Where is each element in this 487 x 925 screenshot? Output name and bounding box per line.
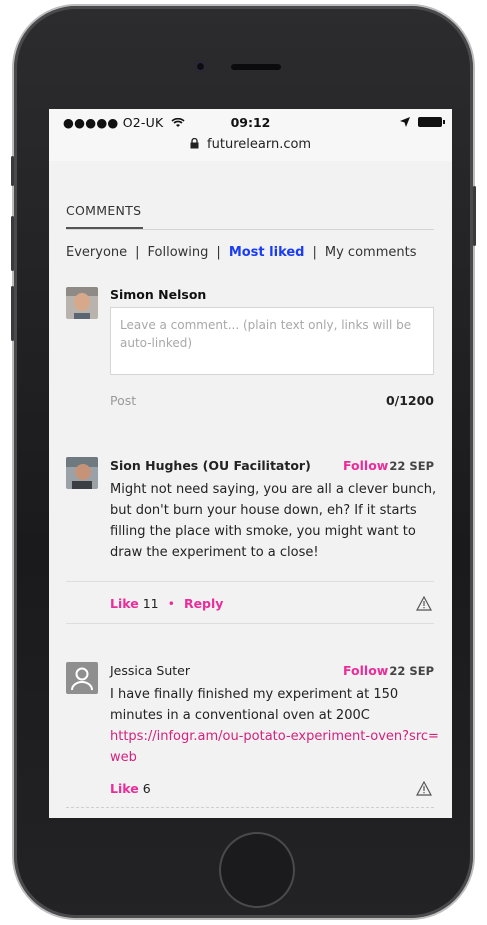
- filter-everyone[interactable]: Everyone: [66, 245, 127, 260]
- post-button[interactable]: Post: [110, 393, 136, 408]
- filter-separator: |: [216, 245, 221, 260]
- comment-link[interactable]: https://infogr.am/ou-potato-experiment-o…: [110, 729, 439, 765]
- comment-date: 22 SEP: [389, 664, 434, 678]
- status-right: [400, 117, 445, 127]
- comment-author[interactable]: Sion Hughes (OU Facilitator): [110, 458, 311, 473]
- comment-text: I have finally finished my experiment at…: [110, 687, 399, 723]
- filter-separator: |: [135, 245, 140, 260]
- comment-divider: [66, 807, 434, 809]
- default-avatar-icon[interactable]: [66, 662, 98, 694]
- filter-separator: |: [312, 245, 317, 260]
- address-bar[interactable]: futurelearn.com: [49, 137, 452, 152]
- report-warning-icon[interactable]: [416, 596, 432, 611]
- filter-most-liked[interactable]: Most liked: [229, 245, 305, 260]
- composer-avatar: [66, 287, 98, 319]
- filter-my-comments[interactable]: My comments: [325, 245, 417, 260]
- comment-avatar[interactable]: [66, 457, 98, 489]
- comment-body: Might not need saying, you are all a cle…: [110, 482, 437, 560]
- comment-actions: Like 6: [110, 781, 151, 796]
- status-bar: ●●●●● O2-UK 09:12 futurelearn.com: [49, 109, 452, 161]
- heading-rule: [66, 229, 434, 230]
- front-camera: [195, 61, 206, 72]
- url-text: futurelearn.com: [207, 137, 312, 152]
- clock: 09:12: [230, 115, 271, 130]
- comment-filters: Everyone | Following | Most liked | My comment…: [66, 245, 416, 260]
- follow-button[interactable]: Follow: [343, 663, 388, 678]
- comments-heading: COMMENTS: [66, 203, 142, 218]
- page-content: COMMENTS Everyone | Following | Most liked | M…: [49, 161, 452, 818]
- lock-icon: [190, 137, 199, 149]
- follow-button[interactable]: Follow: [343, 458, 388, 473]
- bullet-separator: •: [167, 596, 175, 611]
- comment-divider: [66, 623, 434, 624]
- character-count: 0/1200: [385, 393, 434, 408]
- reply-button[interactable]: Reply: [184, 596, 223, 611]
- like-button[interactable]: Like: [110, 781, 139, 796]
- comment-date: 22 SEP: [389, 459, 434, 473]
- comment-input[interactable]: Leave a comment... (plain text only, lin…: [110, 307, 434, 375]
- power-button: [473, 186, 476, 246]
- volume-down-button: [11, 286, 14, 341]
- earpiece-speaker: [231, 64, 281, 70]
- comment-author[interactable]: Jessica Suter: [110, 663, 190, 678]
- composer-user-name: Simon Nelson: [110, 287, 207, 302]
- comment-actions: Like 11 • Reply: [110, 596, 223, 611]
- filter-following[interactable]: Following: [148, 245, 209, 260]
- location-arrow-icon: [400, 117, 410, 127]
- like-count: 6: [142, 781, 151, 796]
- comment-body: I have finally finished my experiment at…: [110, 684, 440, 768]
- report-warning-icon[interactable]: [416, 781, 432, 796]
- volume-up-button: [11, 216, 14, 271]
- home-button[interactable]: [219, 832, 295, 908]
- comment-divider: [66, 581, 434, 582]
- like-count: 11: [142, 596, 159, 611]
- comment-input-placeholder: Leave a comment... (plain text only, lin…: [120, 318, 412, 350]
- phone-screen: ●●●●● O2-UK 09:12 futurelearn.com COMMEN…: [49, 109, 452, 818]
- like-button[interactable]: Like: [110, 596, 139, 611]
- mute-switch: [11, 156, 14, 186]
- battery-icon: [418, 117, 445, 127]
